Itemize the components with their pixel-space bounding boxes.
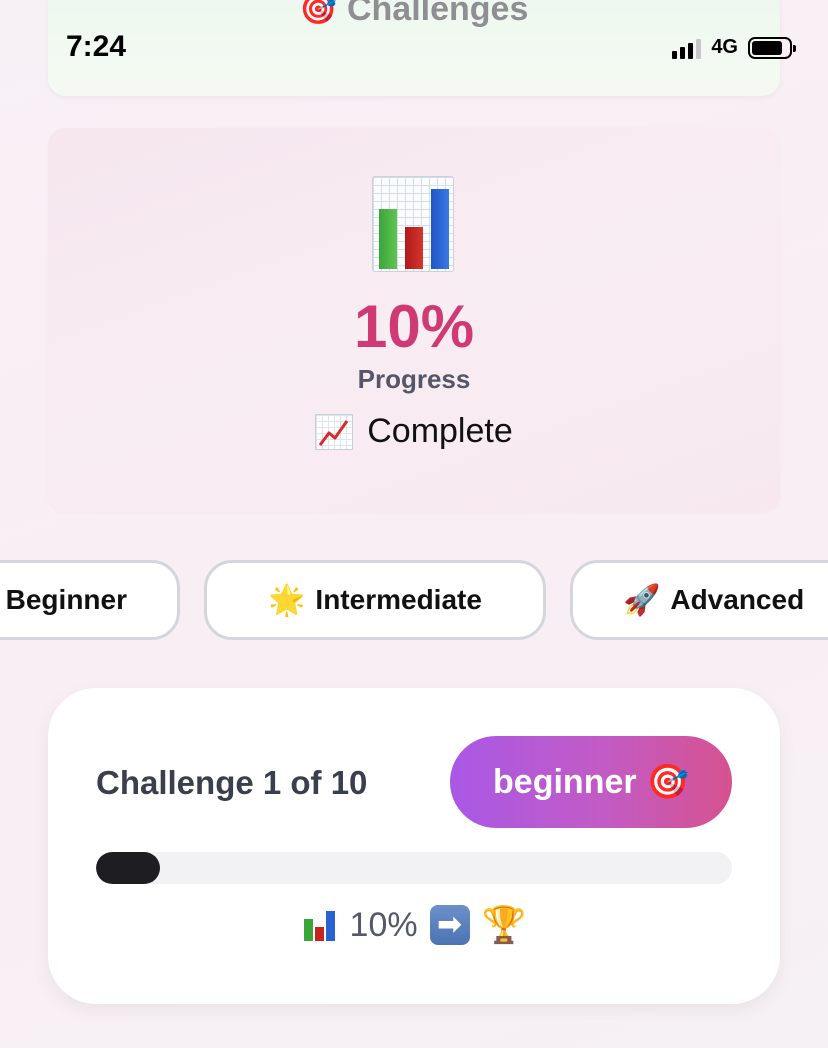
- rocket-icon: 🚀: [623, 583, 661, 617]
- level-beginner-button[interactable]: Beginner: [0, 560, 180, 640]
- battery-icon: [748, 36, 796, 59]
- status-indicators: 4G: [672, 36, 796, 59]
- challenge-card: Challenge 1 of 10 beginner 🎯 10% ➡ 🏆: [48, 688, 780, 1004]
- glowing-star-icon: 🌟: [268, 583, 306, 617]
- direct-hit-icon: 🎯: [646, 763, 689, 801]
- right-arrow-icon: ➡: [429, 905, 470, 945]
- bar-chart-icon: [372, 176, 454, 272]
- difficulty-badge: beginner 🎯: [450, 736, 732, 828]
- progress-summary: 10% ➡ 🏆: [48, 904, 780, 946]
- trophy-icon: 🏆: [481, 904, 527, 945]
- chart-increasing-icon: [315, 413, 354, 450]
- challenge-title: Challenge 1 of 10: [96, 764, 368, 801]
- challenge-progress-fill: [96, 852, 160, 884]
- difficulty-badge-label: beginner: [493, 762, 637, 801]
- progress-label: Progress: [357, 364, 471, 394]
- progress-summary-percent: 10%: [349, 905, 418, 944]
- progress-status: Complete: [48, 412, 780, 451]
- bar-chart-icon: [301, 907, 338, 943]
- header-card: 🎯 Challenges: [48, 0, 780, 96]
- level-beginner-label: Beginner: [5, 584, 127, 615]
- progress-percent: 10%: [353, 293, 475, 360]
- level-intermediate-button[interactable]: 🌟 Intermediate: [204, 560, 546, 640]
- status-time: 7:24: [66, 30, 127, 63]
- page-title-text: Challenges: [346, 0, 529, 28]
- progress-status-text: Complete: [367, 412, 513, 450]
- cellular-signal-icon: [672, 37, 702, 59]
- page-title: 🎯 Challenges: [48, 0, 780, 29]
- progress-card: 10% Progress Complete: [48, 128, 780, 512]
- level-advanced-button[interactable]: 🚀 Advanced: [570, 560, 828, 640]
- level-advanced-label: Advanced: [670, 584, 805, 615]
- network-type: 4G: [711, 36, 738, 58]
- challenge-progress-bar: [96, 852, 732, 884]
- direct-hit-icon: 🎯: [299, 0, 337, 26]
- level-intermediate-label: Intermediate: [315, 584, 482, 615]
